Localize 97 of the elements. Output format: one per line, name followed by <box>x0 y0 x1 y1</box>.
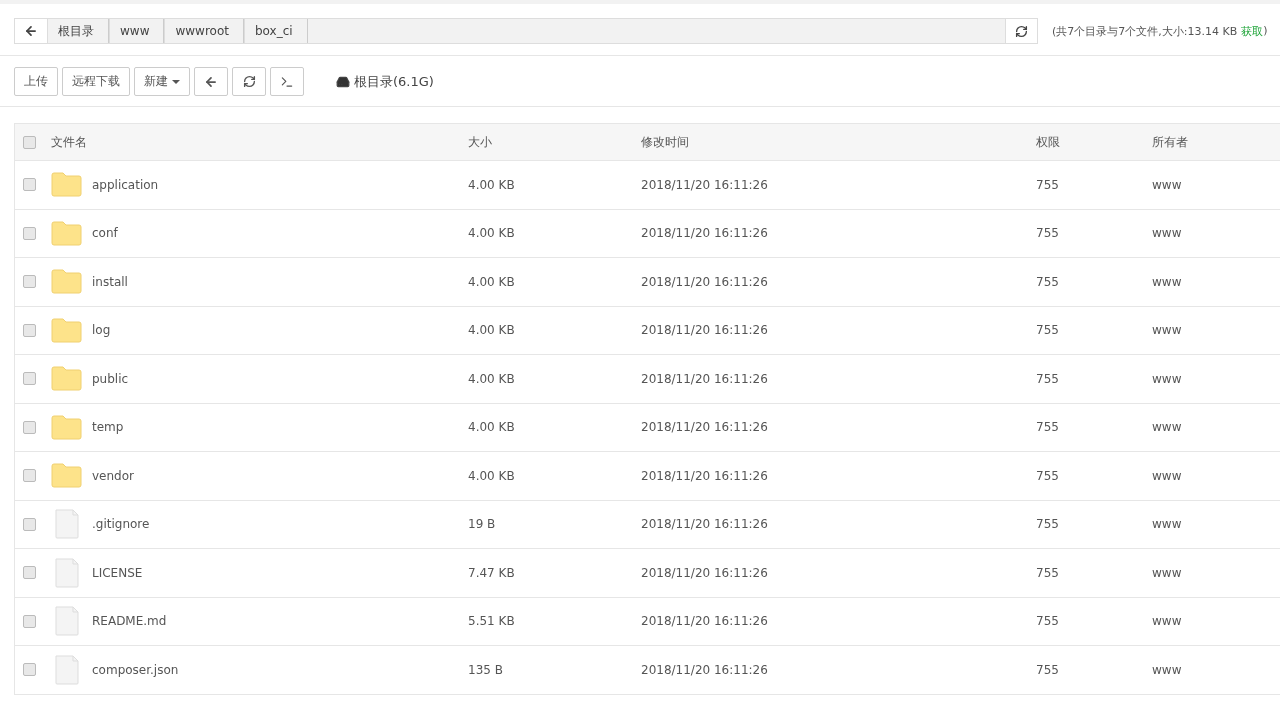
owner-cell-text: www <box>1152 614 1183 629</box>
toolbar-button[interactable]: 远程下载 <box>62 67 130 96</box>
folder-icon <box>51 463 82 489</box>
closing-paren: ) <box>1263 23 1268 39</box>
owner-cell-text: www <box>1152 662 1183 677</box>
row-checkbox[interactable] <box>23 226 36 240</box>
modified-time-cell-text: 2018/11/20 16:11:26 <box>641 662 769 677</box>
refresh-button[interactable] <box>1005 19 1037 43</box>
modified-time-cell-text: 2018/11/20 16:11:26 <box>641 323 769 338</box>
owner-cell-text: www <box>1152 468 1183 483</box>
size-cell-text: 19 B <box>468 517 497 532</box>
file-name[interactable]: vendor <box>92 468 134 483</box>
owner-cell-text: www <box>1152 226 1183 241</box>
folder-icon <box>51 172 82 198</box>
modified-time-cell-text: 2018/11/20 16:11:26 <box>641 614 769 629</box>
size-cell-text: 4.00 KB <box>468 226 516 241</box>
column-header: 大小 <box>468 133 493 151</box>
disk-label: 根目录(6.1G) <box>354 72 434 91</box>
folder-icon <box>51 366 82 392</box>
file-name[interactable]: conf <box>92 226 118 241</box>
file-name[interactable]: composer.json <box>92 662 179 677</box>
toolbar-button[interactable]: 上传 <box>14 67 58 96</box>
file-name[interactable]: LICENSE <box>92 565 143 580</box>
modified-time-cell-text: 2018/11/20 16:11:26 <box>641 517 769 532</box>
row-checkbox[interactable] <box>23 517 36 531</box>
file-name[interactable]: application <box>92 177 159 192</box>
refresh-button[interactable] <box>232 67 266 96</box>
file-name[interactable]: temp <box>92 420 124 435</box>
size-cell-text: 4.00 KB <box>468 468 516 483</box>
back-button[interactable] <box>194 67 228 96</box>
size-cell-text: 4.00 KB <box>468 177 516 192</box>
arrow-left-icon <box>204 74 218 89</box>
row-checkbox[interactable] <box>23 275 36 289</box>
refresh-icon <box>242 75 256 88</box>
file-name[interactable]: public <box>92 371 129 386</box>
permission-cell-text: 755 <box>1036 468 1060 483</box>
row-checkbox[interactable] <box>23 372 36 386</box>
file-name[interactable]: README.md <box>92 614 167 629</box>
folder-icon <box>51 414 82 440</box>
back-button[interactable] <box>15 19 47 43</box>
folder-icon <box>51 317 82 343</box>
file-name[interactable]: log <box>92 323 111 338</box>
breadcrumb-item[interactable]: box_ci <box>243 19 308 43</box>
modified-time-cell-text: 2018/11/20 16:11:26 <box>641 565 769 580</box>
size-cell-text: 5.51 KB <box>468 614 516 629</box>
size-cell-text: 4.00 KB <box>468 323 516 338</box>
owner-cell-text: www <box>1152 371 1183 386</box>
owner-cell-text: www <box>1152 420 1183 435</box>
file-name[interactable]: .gitignore <box>92 517 150 532</box>
row-checkbox[interactable] <box>23 566 36 580</box>
modified-time-cell-text: 2018/11/20 16:11:26 <box>641 226 769 241</box>
permission-cell-text: 755 <box>1036 420 1060 435</box>
refresh-icon <box>1015 24 1028 38</box>
modified-time-cell-text: 2018/11/20 16:11:26 <box>641 371 769 386</box>
size-cell-text: 4.00 KB <box>468 274 516 289</box>
row-checkbox[interactable] <box>23 420 36 434</box>
dropdown-button[interactable]: 新建 <box>134 67 190 96</box>
permission-cell-text: 755 <box>1036 274 1060 289</box>
folder-icon <box>51 220 82 246</box>
row-checkbox[interactable] <box>23 469 36 483</box>
row-checkbox[interactable] <box>23 663 36 677</box>
permission-cell-text: 755 <box>1036 614 1060 629</box>
owner-cell-text: www <box>1152 565 1183 580</box>
directory-summary: (共7个目录与7个文件,大小:13.14 KB <box>1052 23 1238 39</box>
owner-cell-text: www <box>1152 323 1183 338</box>
breadcrumb-item[interactable]: www <box>109 19 165 43</box>
owner-cell-text: www <box>1152 177 1183 192</box>
row-checkbox[interactable] <box>23 178 36 192</box>
size-cell-text: 4.00 KB <box>468 420 516 435</box>
breadcrumb-item[interactable]: 根目录 <box>47 19 109 43</box>
permission-cell-text: 755 <box>1036 517 1060 532</box>
modified-time-cell-text: 2018/11/20 16:11:26 <box>641 468 769 483</box>
permission-cell-text: 755 <box>1036 323 1060 338</box>
file-name[interactable]: install <box>92 274 128 289</box>
breadcrumb-item[interactable]: wwwroot <box>164 19 244 43</box>
permission-cell-text: 755 <box>1036 226 1060 241</box>
permission-cell-text: 755 <box>1036 565 1060 580</box>
column-header: 修改时间 <box>641 133 690 151</box>
column-header: 所有者 <box>1152 133 1189 151</box>
column-header: 权限 <box>1036 133 1061 151</box>
modified-time-cell-text: 2018/11/20 16:11:26 <box>641 420 769 435</box>
select-all-checkbox[interactable] <box>23 135 36 149</box>
modified-time-cell-text: 2018/11/20 16:11:26 <box>641 177 769 192</box>
row-checkbox[interactable] <box>23 323 36 337</box>
modified-time-cell-text: 2018/11/20 16:11:26 <box>641 274 769 289</box>
size-cell-text: 7.47 KB <box>468 565 516 580</box>
row-checkbox[interactable] <box>23 614 36 628</box>
folder-icon <box>51 269 82 295</box>
size-cell-text: 4.00 KB <box>468 371 516 386</box>
permission-cell-text: 755 <box>1036 662 1060 677</box>
owner-cell-text: www <box>1152 517 1183 532</box>
owner-cell-text: www <box>1152 274 1183 289</box>
permission-cell-text: 755 <box>1036 371 1060 386</box>
column-header: 文件名 <box>51 133 88 151</box>
size-cell-text: 135 B <box>468 662 504 677</box>
terminal-icon <box>280 74 294 89</box>
permission-cell-text: 755 <box>1036 177 1060 192</box>
